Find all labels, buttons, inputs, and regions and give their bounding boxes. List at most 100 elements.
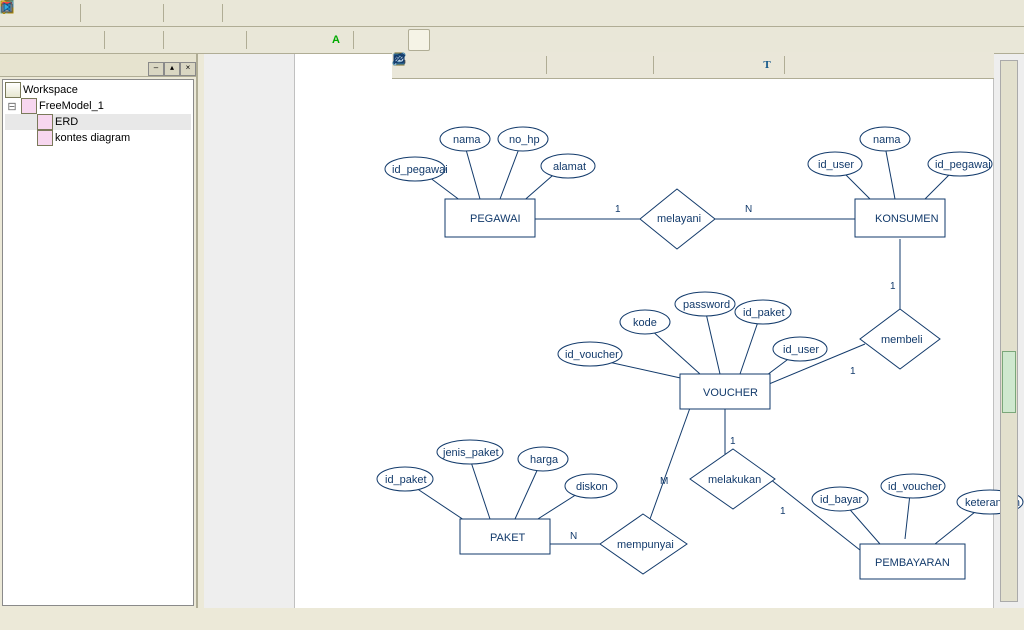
tb-redo[interactable]: [194, 2, 216, 24]
erd-svg: 1 N 1 1 1 1: [295, 54, 1024, 608]
tb-print[interactable]: [229, 2, 251, 24]
tool-paste2[interactable]: [577, 54, 599, 76]
tool-delete[interactable]: [601, 54, 623, 76]
svg-text:alamat: alamat: [553, 161, 586, 173]
tool-new-page[interactable]: [660, 54, 682, 76]
tb-line[interactable]: [277, 29, 299, 51]
tb-align-t[interactable]: [76, 29, 98, 51]
svg-text:harga: harga: [530, 454, 559, 466]
tool-zoom-fit[interactable]: [494, 54, 516, 76]
svg-text:id_bayar: id_bayar: [820, 494, 863, 506]
tb-arrow-r[interactable]: [408, 29, 430, 51]
svg-text:id_paket: id_paket: [385, 474, 427, 486]
tb-undo[interactable]: [170, 2, 192, 24]
tool-zoom-in[interactable]: [446, 54, 468, 76]
model-icon: [21, 98, 37, 114]
svg-text:nama: nama: [453, 134, 481, 146]
svg-text:KONSUMEN: KONSUMEN: [875, 213, 939, 225]
svg-text:1: 1: [780, 506, 786, 517]
tb-save[interactable]: [52, 2, 74, 24]
tb-open[interactable]: [28, 2, 50, 24]
tool-rect[interactable]: [839, 54, 861, 76]
svg-text:1: 1: [730, 436, 736, 447]
toolbar-2: A: [0, 27, 1024, 54]
svg-text:N: N: [570, 531, 577, 542]
toolbar-1: [0, 0, 1024, 27]
svg-text:PEGAWAI: PEGAWAI: [470, 213, 521, 225]
svg-text:nama: nama: [873, 134, 901, 146]
tool-text[interactable]: T: [756, 54, 778, 76]
tool-ellipse[interactable]: [863, 54, 885, 76]
panel-min-icon[interactable]: –: [148, 62, 164, 76]
tb-db[interactable]: [170, 29, 192, 51]
tool-props[interactable]: [684, 54, 706, 76]
tb-cut[interactable]: [87, 2, 109, 24]
tool-line2[interactable]: [791, 54, 813, 76]
tool-zoom-out[interactable]: [470, 54, 492, 76]
tool-poly[interactable]: [815, 54, 837, 76]
svg-text:kode: kode: [633, 317, 657, 329]
svg-text:melayani: melayani: [657, 213, 701, 225]
tree-item-erd[interactable]: ERD: [5, 114, 191, 130]
tree-root-label: Workspace: [23, 84, 78, 96]
tb-copy[interactable]: [111, 2, 133, 24]
tree-root[interactable]: Workspace: [5, 82, 191, 98]
tb-align-c[interactable]: [28, 29, 50, 51]
tb-paste[interactable]: [135, 2, 157, 24]
tb-align-r[interactable]: [52, 29, 74, 51]
svg-text:jenis_paket: jenis_paket: [442, 447, 499, 459]
svg-text:PEMBAYARAN: PEMBAYARAN: [875, 557, 950, 569]
tb-fk[interactable]: [218, 29, 240, 51]
svg-text:id_user: id_user: [818, 159, 854, 171]
tool-curve[interactable]: [935, 54, 957, 76]
tb-grid[interactable]: [111, 29, 133, 51]
panel-pin-icon[interactable]: ▴: [164, 62, 180, 76]
canvas-toolbar: T: [392, 52, 994, 79]
tb-align-l[interactable]: [4, 29, 26, 51]
vertical-scrollbar[interactable]: [1000, 60, 1018, 602]
diagram-icon: [37, 114, 53, 130]
tree-item-kontes[interactable]: kontes diagram: [5, 130, 191, 146]
svg-text:id_pegawai: id_pegawai: [935, 159, 991, 171]
paper: 1 N 1 1 1 1: [294, 54, 994, 608]
svg-text:no_hp: no_hp: [509, 134, 540, 146]
tb-text-a[interactable]: A: [325, 29, 347, 51]
tool-arrow[interactable]: [625, 54, 647, 76]
tool-zoom-area[interactable]: [518, 54, 540, 76]
tree-model-label: FreeModel_1: [39, 100, 104, 112]
svg-text:VOUCHER: VOUCHER: [703, 387, 758, 399]
tool-erd-rect[interactable]: [732, 54, 754, 76]
tool-hand[interactable]: [422, 54, 444, 76]
tb-folder[interactable]: [360, 29, 382, 51]
svg-text:id_voucher: id_voucher: [888, 481, 942, 493]
tool-ellipse2[interactable]: [887, 54, 909, 76]
tool-arc[interactable]: [911, 54, 933, 76]
tree[interactable]: Workspace ⊟ FreeModel_1 ERD kontes diagr…: [2, 79, 194, 606]
svg-text:diskon: diskon: [576, 481, 608, 493]
workspace-panel: – ▴ × Workspace ⊟ FreeModel_1 ERD: [0, 54, 198, 608]
svg-text:N: N: [745, 204, 752, 215]
tb-arrow-l[interactable]: [384, 29, 406, 51]
tool-cut2[interactable]: [553, 54, 575, 76]
tree-model[interactable]: ⊟ FreeModel_1: [5, 98, 191, 114]
canvas[interactable]: 1 N 1 1 1 1: [204, 54, 1024, 608]
panel-close-icon[interactable]: ×: [180, 62, 196, 76]
svg-text:1: 1: [850, 366, 856, 377]
svg-text:M: M: [660, 476, 668, 487]
workspace-icon: [5, 82, 21, 98]
svg-text:id_user: id_user: [783, 344, 819, 356]
tree-item-label: ERD: [55, 116, 78, 128]
svg-text:1: 1: [615, 204, 621, 215]
tb-snap[interactable]: [135, 29, 157, 51]
svg-text:id_paket: id_paket: [743, 307, 785, 319]
tool-link[interactable]: [708, 54, 730, 76]
tb-color[interactable]: [253, 29, 275, 51]
svg-text:id_voucher: id_voucher: [565, 349, 619, 361]
tb-table[interactable]: [194, 29, 216, 51]
svg-text:mempunyai: mempunyai: [617, 539, 674, 551]
tb-pen[interactable]: [301, 29, 323, 51]
svg-text:id_pegawai: id_pegawai: [392, 164, 448, 176]
svg-text:melakukan: melakukan: [708, 474, 761, 486]
tree-item-label: kontes diagram: [55, 132, 130, 144]
scroll-thumb[interactable]: [1002, 351, 1016, 413]
